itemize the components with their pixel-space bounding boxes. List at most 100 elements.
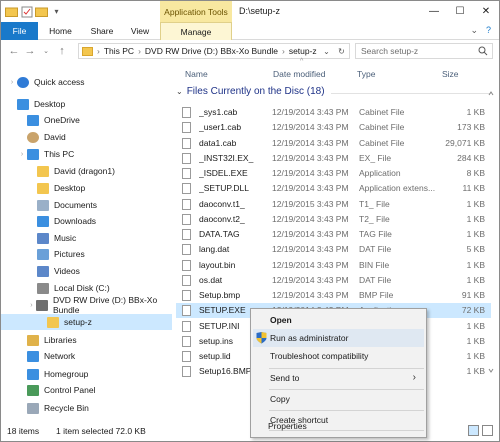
nav-item-desktop[interactable]: Desktop	[1, 96, 172, 112]
breadcrumb-setup-z[interactable]: setup-z	[289, 46, 317, 56]
file-size: 91 KB	[461, 290, 485, 300]
nav-item-network[interactable]: Network	[1, 348, 172, 364]
forward-arrow-icon[interactable]: →	[23, 44, 37, 58]
properties-icon[interactable]	[20, 5, 33, 18]
file-size: 5 KB	[466, 244, 485, 255]
breadcrumb-dvd-drive[interactable]: DVD RW Drive (D:) BBx-Xo Bundle	[145, 46, 278, 56]
file-row[interactable]: Setup.bmp 12/19/2014 3:43 PM BMP File 91 KB	[176, 288, 491, 303]
help-icon[interactable]: ?	[486, 25, 491, 36]
expand-ribbon-icon[interactable]: ⌄	[470, 25, 478, 36]
file-name: lang.dat	[199, 244, 230, 255]
address-bar[interactable]: › This PC › DVD RW Drive (D:) BBx-Xo Bun…	[78, 43, 350, 59]
file-row[interactable]: data1.cab 12/19/2014 3:43 PM Cabinet File 2…	[176, 136, 491, 151]
nav-item-label: DVD RW Drive (D:) BBx-Xo Bundle	[52, 295, 158, 315]
refresh-icon[interactable]: ↻	[338, 47, 345, 56]
nav-item-onedrive[interactable]: OneDrive	[1, 112, 172, 128]
group-header[interactable]: ⌄ Files Currently on the Disc (18)	[176, 86, 325, 97]
nav-item-david-dragon1[interactable]: David (dragon1)	[1, 163, 172, 179]
tab-file[interactable]: File	[1, 22, 38, 40]
nav-item-libraries[interactable]: Libraries	[1, 332, 172, 348]
file-row[interactable]: lang.dat 12/19/2014 3:43 PM DAT File 5 KB	[176, 242, 491, 257]
back-arrow-icon[interactable]: ←	[7, 44, 21, 58]
file-name: _INST32I.EX_	[199, 152, 254, 163]
column-header-date[interactable]: Date modified	[273, 65, 325, 83]
navigation-pane: › Quick access Desktop OneDrive David › This P…	[1, 62, 172, 418]
details-view-icon[interactable]	[468, 425, 479, 436]
documents-icon	[37, 199, 49, 211]
tab-share[interactable]: Share	[85, 22, 119, 40]
nav-item-downloads[interactable]: Downloads	[1, 213, 172, 229]
file-row[interactable]: _sys1.cab 12/19/2014 3:43 PM Cabinet File 1…	[176, 105, 491, 120]
nav-item-label: OneDrive	[44, 115, 80, 125]
recent-locations-icon[interactable]: ⌄	[39, 44, 53, 58]
nav-item-label: Network	[44, 351, 76, 361]
scrollbar[interactable]	[487, 89, 495, 375]
expand-chevron-icon[interactable]: ›	[7, 79, 17, 86]
file-row[interactable]: _SETUP.DLL 12/19/2014 3:43 PM Application …	[176, 181, 491, 196]
large-icons-view-icon[interactable]	[482, 425, 493, 436]
nav-item-homegroup[interactable]: Homegroup	[1, 366, 172, 382]
tab-view[interactable]: View	[123, 22, 157, 40]
recycle-bin-icon	[27, 402, 39, 414]
nav-item-setup-z[interactable]: setup-z	[1, 314, 172, 330]
nav-item-label: Music	[54, 233, 77, 243]
file-icon	[182, 152, 191, 164]
ribbon-controls: ⌄ ?	[470, 25, 491, 36]
search-input[interactable]: Search setup-z	[355, 43, 493, 59]
menu-item-send-to[interactable]: Send to ›	[253, 369, 424, 387]
nav-item-control-panel[interactable]: Control Panel	[1, 382, 172, 398]
file-row[interactable]: layout.bin 12/19/2014 3:43 PM BIN File 1 KB	[176, 258, 491, 273]
file-name: os.dat	[199, 274, 223, 285]
column-header-name[interactable]: Name	[185, 65, 208, 83]
nav-item-desktop[interactable]: Desktop	[1, 180, 172, 196]
file-row[interactable]: os.dat 12/19/2014 3:43 PM DAT File 1 KB	[176, 273, 491, 288]
network-icon	[27, 350, 39, 362]
new-folder-icon[interactable]	[35, 5, 48, 18]
file-row[interactable]: _user1.cab 12/19/2014 3:43 PM Cabinet File…	[176, 120, 491, 135]
breadcrumb-this-pc[interactable]: This PC	[104, 46, 134, 56]
customize-qat-icon[interactable]: ▾	[50, 5, 63, 18]
videos-icon	[37, 265, 49, 277]
nav-item-david[interactable]: David	[1, 129, 172, 145]
drive-icon	[37, 282, 49, 294]
nav-item-quick-access[interactable]: › Quick access	[1, 74, 172, 90]
nav-item-dvd-rw-drive-d-bbx-xo-bundle[interactable]: › DVD RW Drive (D:) BBx-Xo Bundle	[1, 295, 172, 315]
menu-item-copy[interactable]: Copy	[253, 390, 424, 408]
menu-item-open[interactable]: Open	[253, 311, 424, 329]
nav-item-local-disk-c[interactable]: Local Disk (C:)	[1, 280, 172, 296]
nav-item-music[interactable]: Music	[1, 230, 172, 246]
file-date: 12/19/2014 3:43 PM	[272, 137, 349, 148]
nav-item-this-pc[interactable]: › This PC	[1, 146, 172, 162]
close-icon[interactable]: ✕	[473, 1, 499, 22]
collapse-group-icon[interactable]: ⌄	[176, 87, 183, 96]
file-row[interactable]: _INST32I.EX_ 12/19/2014 3:43 PM EX_ File 28…	[176, 151, 491, 166]
file-row[interactable]: _ISDEL.EXE 12/19/2014 3:43 PM Application 8…	[176, 166, 491, 181]
nav-item-pictures[interactable]: Pictures	[1, 246, 172, 262]
folder-icon	[47, 316, 59, 328]
nav-item-recycle-bin[interactable]: Recycle Bin	[1, 400, 172, 416]
menu-item-troubleshoot-compatibility[interactable]: Troubleshoot compatibility	[253, 347, 424, 365]
tab-home[interactable]: Home	[42, 22, 79, 40]
quick-access-toolbar: ▾	[5, 5, 63, 18]
nav-item-videos[interactable]: Videos	[1, 263, 172, 279]
explorer-window: ▾ Application Tools D:\setup-z — ☐ ✕ Fil…	[0, 0, 500, 442]
star-icon	[17, 76, 29, 88]
file-type: DAT File	[359, 274, 392, 285]
menu-item-run-as-administrator[interactable]: Run as administrator	[253, 329, 424, 347]
minimize-icon[interactable]: —	[421, 1, 447, 22]
up-arrow-icon[interactable]: ↑	[55, 44, 69, 58]
file-row[interactable]: daoconv.t2_ 12/19/2014 3:43 PM T2_ File 1 K…	[176, 212, 491, 227]
column-header-type[interactable]: Type	[357, 65, 375, 83]
file-icon	[182, 366, 191, 378]
column-header-size[interactable]: Size	[442, 65, 459, 83]
menu-item-properties[interactable]: Properties	[251, 418, 422, 434]
expand-chevron-icon[interactable]: ›	[17, 151, 27, 158]
expand-chevron-icon[interactable]: ›	[27, 302, 36, 309]
file-icon	[182, 122, 191, 134]
file-row[interactable]: DATA.TAG 12/19/2014 3:43 PM TAG File 1 KB	[176, 227, 491, 242]
tab-manage[interactable]: Manage	[160, 22, 232, 40]
file-row[interactable]: daoconv.t1_ 12/19/2015 3:43 PM T1_ File 1 K…	[176, 197, 491, 212]
maximize-icon[interactable]: ☐	[447, 1, 473, 22]
nav-item-documents[interactable]: Documents	[1, 197, 172, 213]
address-dropdown-icon[interactable]: ⌄	[323, 47, 330, 56]
